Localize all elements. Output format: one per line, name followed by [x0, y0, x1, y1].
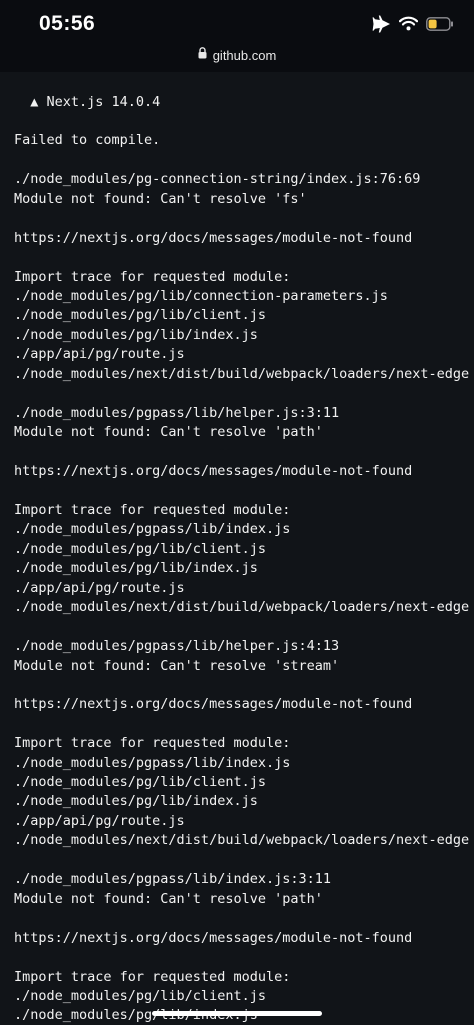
log-line: Failed to compile. — [14, 132, 161, 148]
log-line: Module not found: Can't resolve 'path' — [14, 424, 323, 440]
log-line: Import trace for requested module: — [14, 502, 291, 518]
log-line: ./node_modules/pgpass/lib/helper.js:3:11 — [14, 405, 340, 421]
log-line-link: https://nextjs.org/docs/messages/module-… — [14, 463, 413, 479]
log-line: Import trace for requested module: — [14, 735, 291, 751]
log-line: ./node_modules/next/dist/build/webpack/l… — [14, 832, 470, 848]
log-line: ./node_modules/pgpass/lib/index.js — [14, 755, 291, 771]
log-line: ./node_modules/pg/lib/client.js — [14, 307, 266, 323]
home-indicator[interactable] — [152, 1011, 322, 1016]
battery-icon — [426, 16, 454, 36]
log-line: ./node_modules/pg/lib/index.js — [14, 560, 258, 576]
log-line: ./node_modules/pg/lib/connection-paramet… — [14, 288, 388, 304]
airplane-icon — [371, 15, 391, 38]
address-bar[interactable]: github.com — [0, 44, 474, 66]
log-line: ./node_modules/pg/lib/client.js — [14, 541, 266, 557]
lock-icon — [198, 46, 207, 64]
build-error-log: ▲ Next.js 14.0.4 Failed to compile. ./no… — [0, 72, 474, 1025]
log-line: ./app/api/pg/route.js — [14, 580, 185, 596]
log-line-link: https://nextjs.org/docs/messages/module-… — [14, 696, 413, 712]
log-line: Module not found: Can't resolve 'stream' — [14, 658, 340, 674]
log-line-link: https://nextjs.org/docs/messages/module-… — [14, 230, 413, 246]
phone-screen: 05:56 github.com ▲ Next.js 14.0.4 Failed… — [0, 0, 474, 1025]
log-line: Module not found: Can't resolve 'fs' — [14, 191, 307, 207]
wifi-icon — [398, 16, 419, 36]
log-line: Import trace for requested module: — [14, 269, 291, 285]
log-line: ./node_modules/next/dist/build/webpack/l… — [14, 599, 470, 615]
log-line-header: ▲ Next.js 14.0.4 — [14, 94, 161, 110]
log-line: ./app/api/pg/route.js — [14, 813, 185, 829]
url-domain: github.com — [212, 47, 277, 63]
status-bar: 05:56 github.com — [0, 0, 474, 72]
log-line: Import trace for requested module: — [14, 969, 291, 985]
log-line: ./node_modules/pg/lib/index.js — [14, 793, 258, 809]
log-line: ./node_modules/pg/lib/client.js — [14, 988, 266, 1004]
log-line: ./node_modules/next/dist/build/webpack/l… — [14, 366, 470, 382]
log-line: ./node_modules/pgpass/lib/index.js — [14, 521, 291, 537]
log-line: Module not found: Can't resolve 'path' — [14, 891, 323, 907]
log-line: ./node_modules/pgpass/lib/index.js:3:11 — [14, 871, 331, 887]
log-line: ./node_modules/pg-connection-string/inde… — [14, 171, 421, 187]
log-line: ./app/api/pg/route.js — [14, 346, 185, 362]
status-icons — [363, 14, 454, 38]
log-line: ./node_modules/pg/lib/client.js — [14, 774, 266, 790]
log-line: ./node_modules/pg/lib/index.js — [14, 327, 258, 343]
log-line: ./node_modules/pgpass/lib/helper.js:4:13 — [14, 638, 340, 654]
status-time: 05:56 — [39, 12, 96, 35]
log-line-link: https://nextjs.org/docs/messages/module-… — [14, 930, 413, 946]
